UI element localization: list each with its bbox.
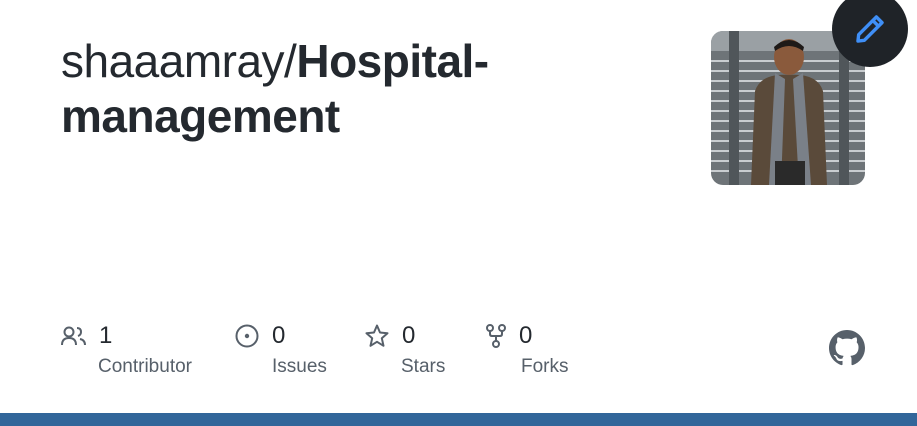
repo-forked-icon xyxy=(486,324,506,348)
github-logo-icon xyxy=(829,330,865,366)
repo-title: shaaamray/Hospital- management xyxy=(61,34,661,144)
pencil-icon xyxy=(856,15,884,43)
issues-label: Issues xyxy=(272,356,327,377)
contributors-label: Contributor xyxy=(98,356,192,377)
stat-forks[interactable]: 0 Forks xyxy=(485,321,569,378)
people-icon xyxy=(61,326,86,346)
repo-name-part1: Hospital- xyxy=(296,35,489,87)
repo-owner: shaaamray/ xyxy=(61,35,297,87)
issue-opened-icon xyxy=(235,324,259,348)
edit-button[interactable] xyxy=(832,0,908,67)
repo-name-part2: management xyxy=(61,90,340,142)
accent-bar xyxy=(0,413,917,426)
stars-count: 0 xyxy=(402,322,416,349)
issues-count: 0 xyxy=(272,322,286,349)
stars-label: Stars xyxy=(401,356,446,377)
forks-label: Forks xyxy=(521,356,569,377)
stat-stars[interactable]: 0 Stars xyxy=(364,321,445,378)
stat-contributors[interactable]: 1 Contributor xyxy=(61,321,192,378)
stat-issues[interactable]: 0 Issues xyxy=(234,321,327,378)
contributors-count: 1 xyxy=(99,322,113,349)
forks-count: 0 xyxy=(519,322,533,349)
star-icon xyxy=(365,324,389,347)
